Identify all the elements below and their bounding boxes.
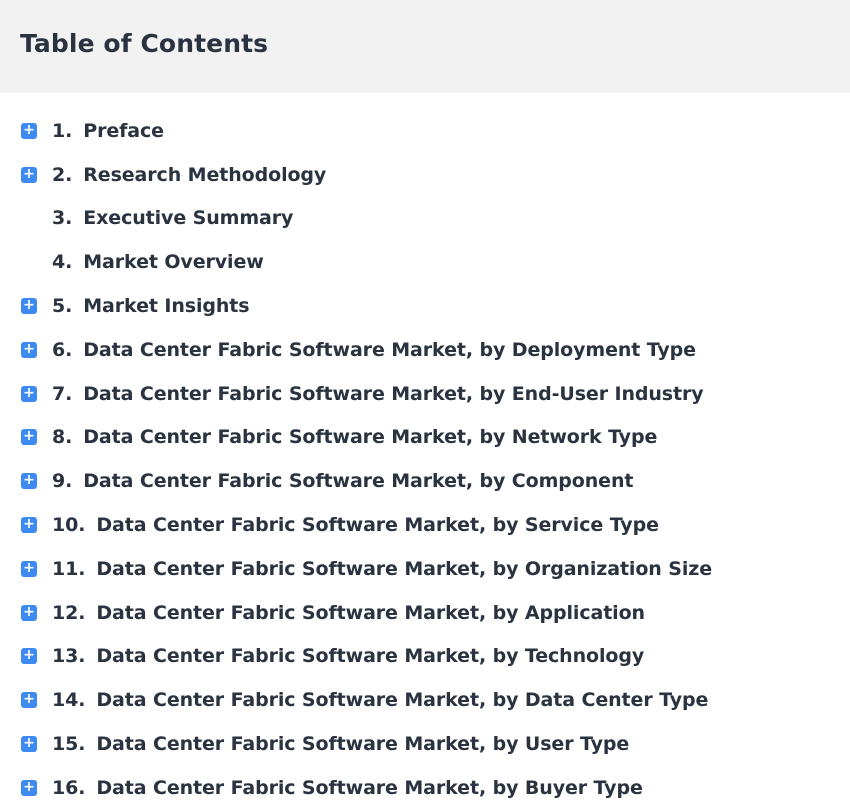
toc-item: 4. Market Overview	[0, 240, 850, 284]
toc-number: 8.	[52, 426, 73, 449]
plus-square-icon[interactable]: +	[21, 166, 37, 183]
plus-square-icon[interactable]: +	[21, 429, 37, 446]
toc-link[interactable]: Data Center Fabric Software Market, by D…	[96, 689, 708, 711]
toc-item: + 14. Data Center Fabric Software Market,…	[0, 678, 850, 722]
toc-number: 16.	[52, 776, 86, 799]
toc-link[interactable]: Data Center Fabric Software Market, by E…	[83, 383, 703, 405]
toc-link[interactable]: Data Center Fabric Software Market, by D…	[83, 339, 696, 361]
toc-link[interactable]: Data Center Fabric Software Market, by O…	[96, 558, 712, 580]
toc-item: + 6. Data Center Fabric Software Market, …	[0, 328, 850, 372]
toc-link[interactable]: Research Methodology	[83, 164, 326, 186]
plus-square-icon[interactable]: +	[21, 779, 37, 796]
plus-square-icon[interactable]: +	[21, 648, 37, 665]
toc-number: 2.	[52, 163, 73, 186]
plus-square-icon[interactable]: +	[21, 341, 37, 358]
toc-item: + 7. Data Center Fabric Software Market, …	[0, 372, 850, 416]
toc-link[interactable]: Data Center Fabric Software Market, by T…	[96, 645, 644, 667]
toc-number: 7.	[52, 382, 73, 405]
toc-number: 14.	[52, 689, 86, 712]
toc-list: + 1. Preface + 2. Research Methodology 3. E…	[0, 109, 850, 810]
toc-item: + 16. Data Center Fabric Software Market,…	[0, 766, 850, 810]
page-title: Table of Contents	[20, 29, 269, 58]
toc-link[interactable]: Data Center Fabric Software Market, by A…	[96, 602, 645, 624]
toc-item: + 15. Data Center Fabric Software Market,…	[0, 722, 850, 766]
plus-square-icon[interactable]: +	[21, 473, 37, 490]
toc-item: + 5. Market Insights	[0, 284, 850, 328]
plus-square-icon[interactable]: +	[21, 298, 37, 315]
toc-link[interactable]: Data Center Fabric Software Market, by B…	[96, 777, 642, 799]
toc-number: 5.	[52, 295, 73, 318]
toc-number: 11.	[52, 557, 86, 580]
toc-item: + 10. Data Center Fabric Software Market,…	[0, 503, 850, 547]
toc-number: 12.	[52, 601, 86, 624]
toc-item: + 1. Preface	[0, 109, 850, 153]
toc-number: 9.	[52, 470, 73, 493]
toc-link[interactable]: Market Insights	[83, 295, 249, 317]
toc-link[interactable]: Data Center Fabric Software Market, by N…	[83, 426, 657, 448]
toc-link[interactable]: Executive Summary	[83, 207, 293, 229]
toc-header: Table of Contents	[0, 0, 850, 93]
toc-link[interactable]: Preface	[83, 120, 164, 142]
plus-square-icon[interactable]: +	[21, 736, 37, 753]
plus-square-icon[interactable]: +	[21, 604, 37, 621]
toc-item: + 9. Data Center Fabric Software Market, …	[0, 459, 850, 503]
toc-item: + 13. Data Center Fabric Software Market,…	[0, 635, 850, 679]
toc-number: 4.	[52, 251, 73, 274]
toc-number: 6.	[52, 338, 73, 361]
plus-square-icon[interactable]: +	[21, 560, 37, 577]
toc-link[interactable]: Market Overview	[83, 251, 264, 273]
toc-number: 3.	[52, 207, 73, 230]
plus-square-icon[interactable]: +	[21, 517, 37, 534]
toc-item: + 11. Data Center Fabric Software Market,…	[0, 547, 850, 591]
plus-square-icon[interactable]: +	[21, 385, 37, 402]
toc-link[interactable]: Data Center Fabric Software Market, by C…	[83, 470, 633, 492]
toc-item: + 2. Research Methodology	[0, 153, 850, 197]
plus-square-icon[interactable]: +	[21, 692, 37, 709]
toc-number: 13.	[52, 645, 86, 668]
toc-item: + 8. Data Center Fabric Software Market, …	[0, 416, 850, 460]
toc-link[interactable]: Data Center Fabric Software Market, by U…	[96, 733, 629, 755]
toc-link[interactable]: Data Center Fabric Software Market, by S…	[96, 514, 659, 536]
toc-number: 10.	[52, 514, 86, 537]
toc-item: 3. Executive Summary	[0, 197, 850, 241]
plus-square-icon[interactable]: +	[21, 122, 37, 139]
toc-number: 1.	[52, 119, 73, 142]
toc-number: 15.	[52, 733, 86, 756]
toc-item: + 12. Data Center Fabric Software Market,…	[0, 591, 850, 635]
